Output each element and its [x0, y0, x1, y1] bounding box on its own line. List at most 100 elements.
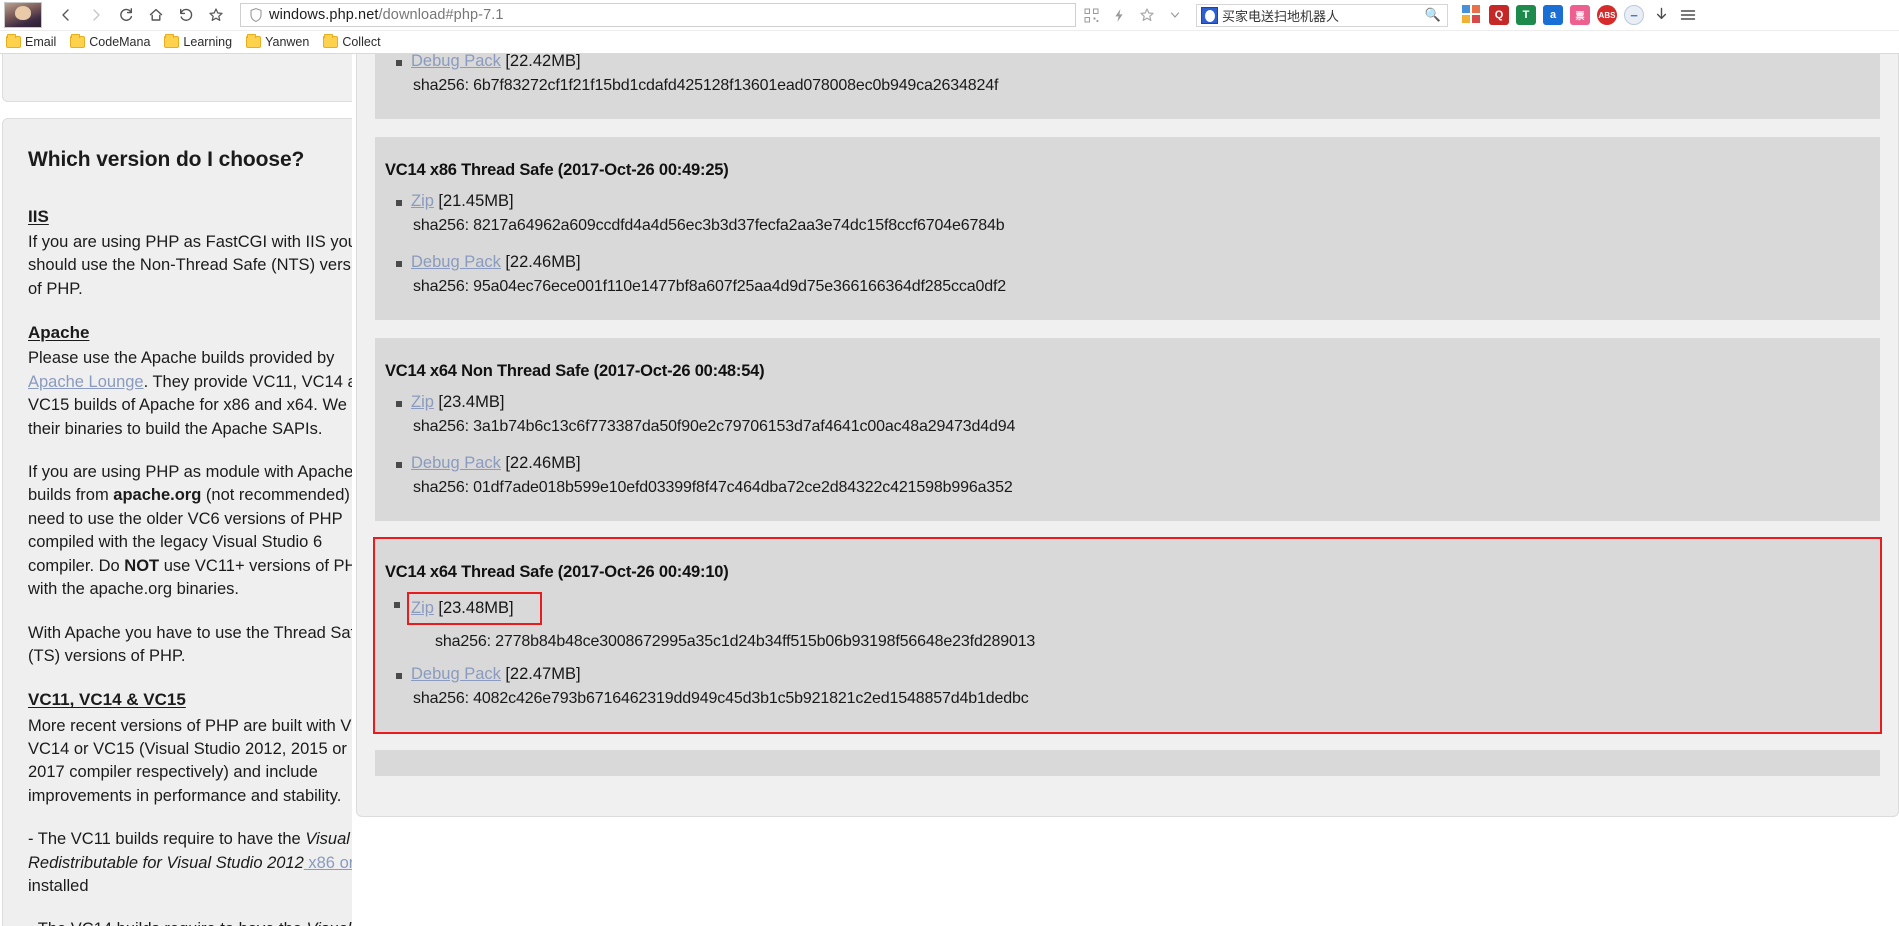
sidebar-text-vc14-req: - The VC14 builds require to have the Vi… — [28, 918, 388, 926]
bookmark-codemana[interactable]: CodeMana — [70, 35, 150, 49]
lightning-button[interactable] — [1106, 2, 1132, 28]
add-favorite-button[interactable] — [1134, 2, 1160, 28]
sha256-value: sha256: 01df7ade018b599e10efd03399f8f47c… — [411, 473, 1880, 497]
search-input-value: 买家电送扫地机器人 — [1222, 6, 1425, 25]
sha256-value: sha256: 95a04ec76ece001f110e1477bf8a607f… — [411, 272, 1880, 296]
bullet-icon — [396, 462, 402, 468]
download-item: Debug Pack [22.42MB] sha256: 6b7f83272cf… — [411, 54, 1880, 95]
file-size: [22.42MB] — [505, 54, 580, 70]
zip-link[interactable]: Zip — [411, 599, 434, 617]
browser-toolbar: windows.php.net/download#php-7.1 — [0, 0, 1899, 30]
downloads-column: sha256: 4ad5b50e9fdd9910b906 1dc05d5dc0f… — [352, 54, 1899, 926]
vc11-b: installed — [28, 877, 89, 895]
sidebar-text-vc-1: More recent versions of PHP are built wi… — [28, 715, 388, 809]
reload-button[interactable] — [112, 2, 140, 28]
bullet-icon — [396, 60, 402, 66]
qr-code-icon — [1084, 8, 1099, 23]
download-block: VC14 x64 Non Thread Safe (2017-Oct-26 00… — [375, 338, 1880, 521]
home-icon — [148, 7, 164, 23]
download-item: Zip [23.4MB] sha256: 3a1b74b6c13c6f77338… — [411, 393, 1880, 450]
reload-icon — [118, 7, 134, 23]
bullet-icon — [394, 602, 400, 608]
block-title: VC14 x64 Thread Safe (2017-Oct-26 00:49:… — [375, 553, 1880, 582]
sha256-value: sha256: 4082c426e793b6716462319dd949c45d… — [411, 684, 1880, 708]
file-size: [22.46MB] — [505, 454, 580, 472]
qq-extension-icon[interactable]: Q — [1489, 5, 1509, 25]
shield-green-icon[interactable]: T — [1516, 5, 1536, 25]
apps-grid-icon[interactable] — [1462, 5, 1482, 25]
search-icon[interactable]: 🔍 — [1425, 7, 1443, 23]
bookmark-collect[interactable]: Collect — [323, 35, 380, 49]
bookmark-label: Email — [25, 35, 56, 49]
block-title: VC14 x64 Non Thread Safe (2017-Oct-26 00… — [375, 352, 1880, 381]
bookmark-star-button[interactable] — [202, 2, 230, 28]
back-arrow-icon — [59, 8, 73, 22]
download-item: Debug Pack [22.46MB] sha256: 95a04ec76ec… — [411, 253, 1880, 296]
sha256-value: sha256: 6b7f83272cf1f21f15bd1cdafd425128… — [411, 71, 1880, 95]
debug-pack-link[interactable]: Debug Pack — [411, 54, 501, 70]
pink-extension-icon[interactable]: 票 — [1570, 5, 1590, 25]
abs-extension-icon[interactable]: ABS — [1597, 5, 1617, 25]
pink-extension-label: 票 — [1575, 9, 1584, 22]
qr-code-button[interactable] — [1078, 2, 1104, 28]
download-block: sha256: 4ad5b50e9fdd9910b906 1dc05d5dc0f… — [375, 54, 1880, 119]
apache-lounge-link[interactable]: Apache Lounge — [28, 373, 144, 391]
sha256-value: sha256: 3a1b74b6c13c6f773387da50f90e2c79… — [411, 412, 1880, 450]
bookmark-label: Learning — [183, 35, 232, 49]
download-item-list: Zip [23.48MB] sha256: 2778b84b48ce300867… — [375, 594, 1880, 708]
browser-menu-button[interactable] — [1678, 5, 1698, 25]
bookmark-label: Collect — [342, 35, 380, 49]
qq-extension-label: Q — [1495, 9, 1504, 21]
bullet-icon — [396, 261, 402, 267]
download-item-list: Zip [21.45MB] sha256: 8217a64962a609ccdf… — [375, 192, 1880, 296]
blue-extension-icon[interactable]: a — [1543, 5, 1563, 25]
block-title: VC14 x86 Thread Safe (2017-Oct-26 00:49:… — [375, 151, 1880, 180]
history-button[interactable] — [172, 2, 200, 28]
star-outline-icon — [1139, 7, 1155, 23]
debug-pack-link[interactable]: Debug Pack — [411, 253, 501, 271]
zip-link[interactable]: Zip — [411, 393, 434, 411]
address-bar-text: windows.php.net/download#php-7.1 — [269, 7, 504, 23]
search-input[interactable]: 买家电送扫地机器人 🔍 — [1196, 4, 1448, 27]
vc11-x86-link[interactable]: x86 — [304, 854, 335, 872]
forward-arrow-icon — [89, 8, 103, 22]
back-button[interactable] — [52, 2, 80, 28]
forward-button[interactable] — [82, 2, 110, 28]
bookmark-yanwen[interactable]: Yanwen — [246, 35, 309, 49]
address-bar[interactable]: windows.php.net/download#php-7.1 — [240, 3, 1076, 27]
shield-icon — [247, 7, 265, 23]
avatar[interactable] — [4, 2, 42, 28]
sidebar-text-apache-2: If you are using PHP as module with Apac… — [28, 461, 388, 602]
download-item-highlighted[interactable]: Zip [23.48MB] — [409, 594, 540, 623]
downloads-button[interactable] — [1651, 5, 1671, 25]
vc11-a: - The VC11 builds require to have the — [28, 830, 305, 848]
extension-toolbar: Q T a 票 ABS − — [1462, 5, 1698, 25]
apache-org-bold: apache.org — [113, 486, 201, 504]
sidebar-text-vc11-req: - The VC11 builds require to have the Vi… — [28, 828, 388, 898]
folder-icon — [246, 36, 261, 48]
vc14-a: - The VC14 builds require to have the — [28, 920, 307, 926]
debug-pack-link[interactable]: Debug Pack — [411, 454, 501, 472]
bullet-icon — [396, 673, 402, 679]
url-path: /download#php-7.1 — [379, 7, 504, 23]
sha256-value: sha256: 2778b84b48ce3008672995a35c1d24b3… — [411, 627, 1880, 665]
minus-extension-icon[interactable]: − — [1624, 5, 1644, 25]
abs-extension-label: ABS — [1599, 11, 1616, 20]
hamburger-menu-icon — [1680, 8, 1696, 22]
debug-pack-link[interactable]: Debug Pack — [411, 665, 501, 683]
home-button[interactable] — [142, 2, 170, 28]
not-bold: NOT — [124, 557, 159, 575]
lightning-icon — [1112, 8, 1126, 23]
shield-extension-label: T — [1523, 9, 1530, 21]
download-arrow-icon — [1654, 7, 1669, 23]
download-item-list: Debug Pack [22.42MB] sha256: 6b7f83272cf… — [375, 54, 1880, 95]
bookmark-label: CodeMana — [89, 35, 150, 49]
file-size: [23.48MB] — [438, 599, 513, 617]
favorites-dropdown-button[interactable] — [1162, 2, 1188, 28]
file-size: [22.47MB] — [505, 665, 580, 683]
bookmark-email[interactable]: Email — [6, 35, 56, 49]
bookmark-learning[interactable]: Learning — [164, 35, 232, 49]
browser-chrome: windows.php.net/download#php-7.1 — [0, 0, 1899, 54]
zip-link[interactable]: Zip — [411, 192, 434, 210]
folder-icon — [70, 36, 85, 48]
